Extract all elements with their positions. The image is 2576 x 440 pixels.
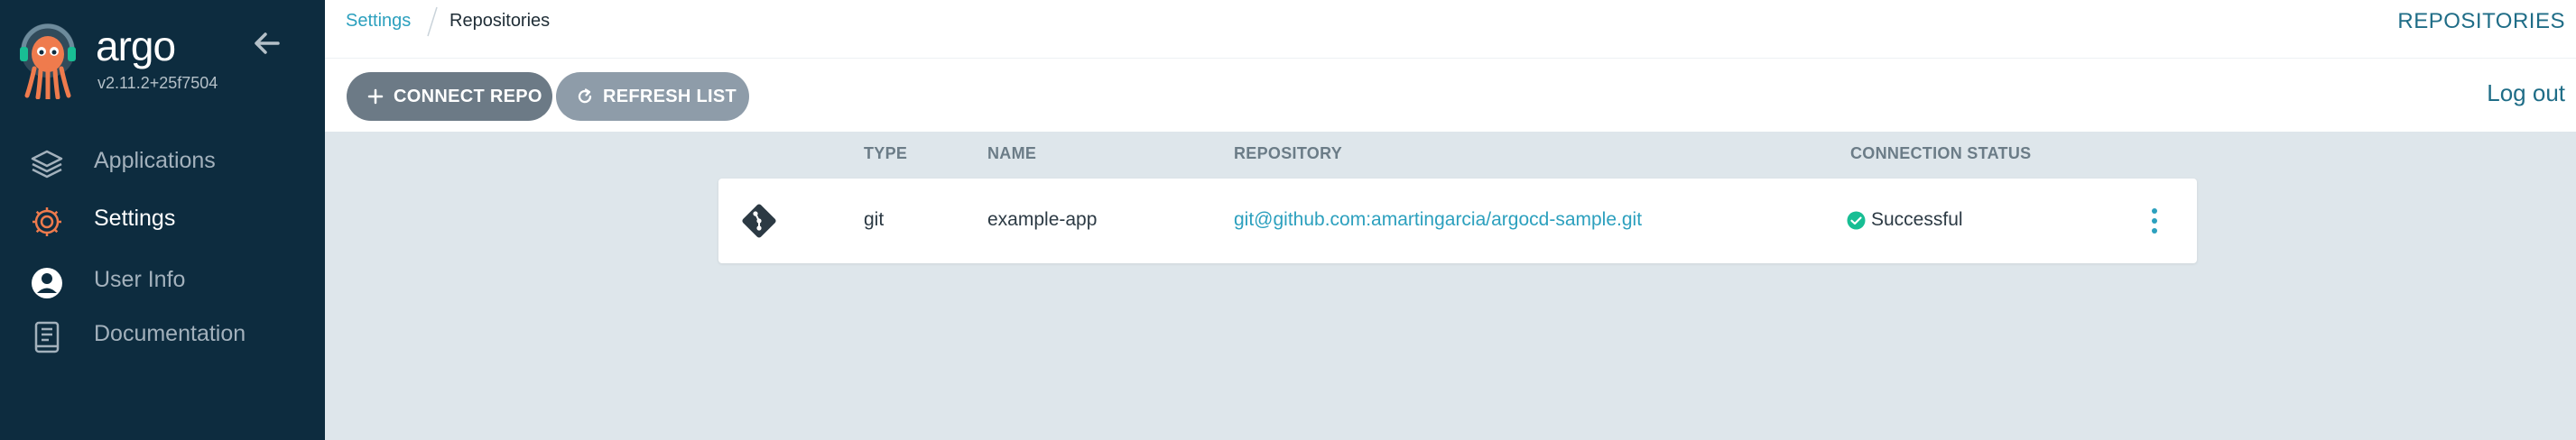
column-header-connection-status: CONNECTION STATUS — [1850, 144, 2032, 162]
header-divider — [325, 58, 2576, 59]
more-options-icon[interactable] — [2146, 206, 2163, 236]
repo-url-link[interactable]: git@github.com:amartingarcia/argocd-samp… — [1234, 209, 1642, 231]
app-version: v2.11.2+25f7504 — [97, 74, 218, 92]
collapse-sidebar-arrow-icon[interactable] — [251, 27, 283, 60]
top-bar: Settings Repositories REPOSITORIES CONNE… — [325, 0, 2576, 132]
sidebar-item-label: User Info — [94, 267, 186, 292]
breadcrumb-settings-link[interactable]: Settings — [346, 11, 411, 32]
column-header-repository: REPOSITORY — [1234, 144, 1343, 162]
sidebar-item-label: Settings — [94, 206, 176, 231]
plus-icon — [367, 88, 384, 105]
column-header-name: NAME — [987, 144, 1037, 162]
user-icon — [32, 268, 62, 298]
connect-repo-label: CONNECT REPO — [394, 86, 542, 106]
repositories-list: TYPE NAME REPOSITORY CONNECTION STATUS g… — [325, 132, 2576, 440]
sidebar: argo v2.11.2+25f7504 Applications Settin… — [0, 0, 325, 440]
app-name: argo — [96, 23, 176, 69]
repo-name: example-app — [987, 209, 1098, 230]
sidebar-item-settings[interactable]: Settings — [0, 193, 325, 243]
layers-icon — [31, 150, 63, 179]
check-circle-icon — [1847, 211, 1866, 230]
breadcrumb-current: Repositories — [449, 11, 551, 31]
column-header-type: TYPE — [864, 144, 908, 162]
connect-repo-button[interactable]: CONNECT REPO — [347, 72, 552, 121]
argo-logo-icon — [20, 23, 76, 99]
sidebar-item-applications[interactable]: Applications — [0, 135, 325, 186]
refresh-list-label: REFRESH LIST — [603, 86, 737, 106]
refresh-icon — [578, 88, 592, 104]
sidebar-item-documentation[interactable]: Documentation — [0, 308, 325, 359]
logout-link[interactable]: Log out — [2487, 79, 2565, 107]
git-icon — [742, 204, 776, 238]
gear-icon — [32, 207, 61, 236]
book-icon — [34, 321, 60, 353]
table-row[interactable]: git example-app git@github.com:amartinga… — [718, 179, 2197, 263]
refresh-list-button[interactable]: REFRESH LIST — [556, 72, 749, 121]
sidebar-item-user-info[interactable]: User Info — [0, 254, 325, 305]
page-title: REPOSITORIES — [2397, 9, 2565, 33]
sidebar-item-label: Applications — [94, 148, 216, 173]
repo-type: git — [864, 209, 885, 230]
breadcrumb-separator-icon — [427, 6, 438, 37]
sidebar-item-label: Documentation — [94, 321, 246, 346]
connection-status: Successful — [1871, 209, 1963, 230]
